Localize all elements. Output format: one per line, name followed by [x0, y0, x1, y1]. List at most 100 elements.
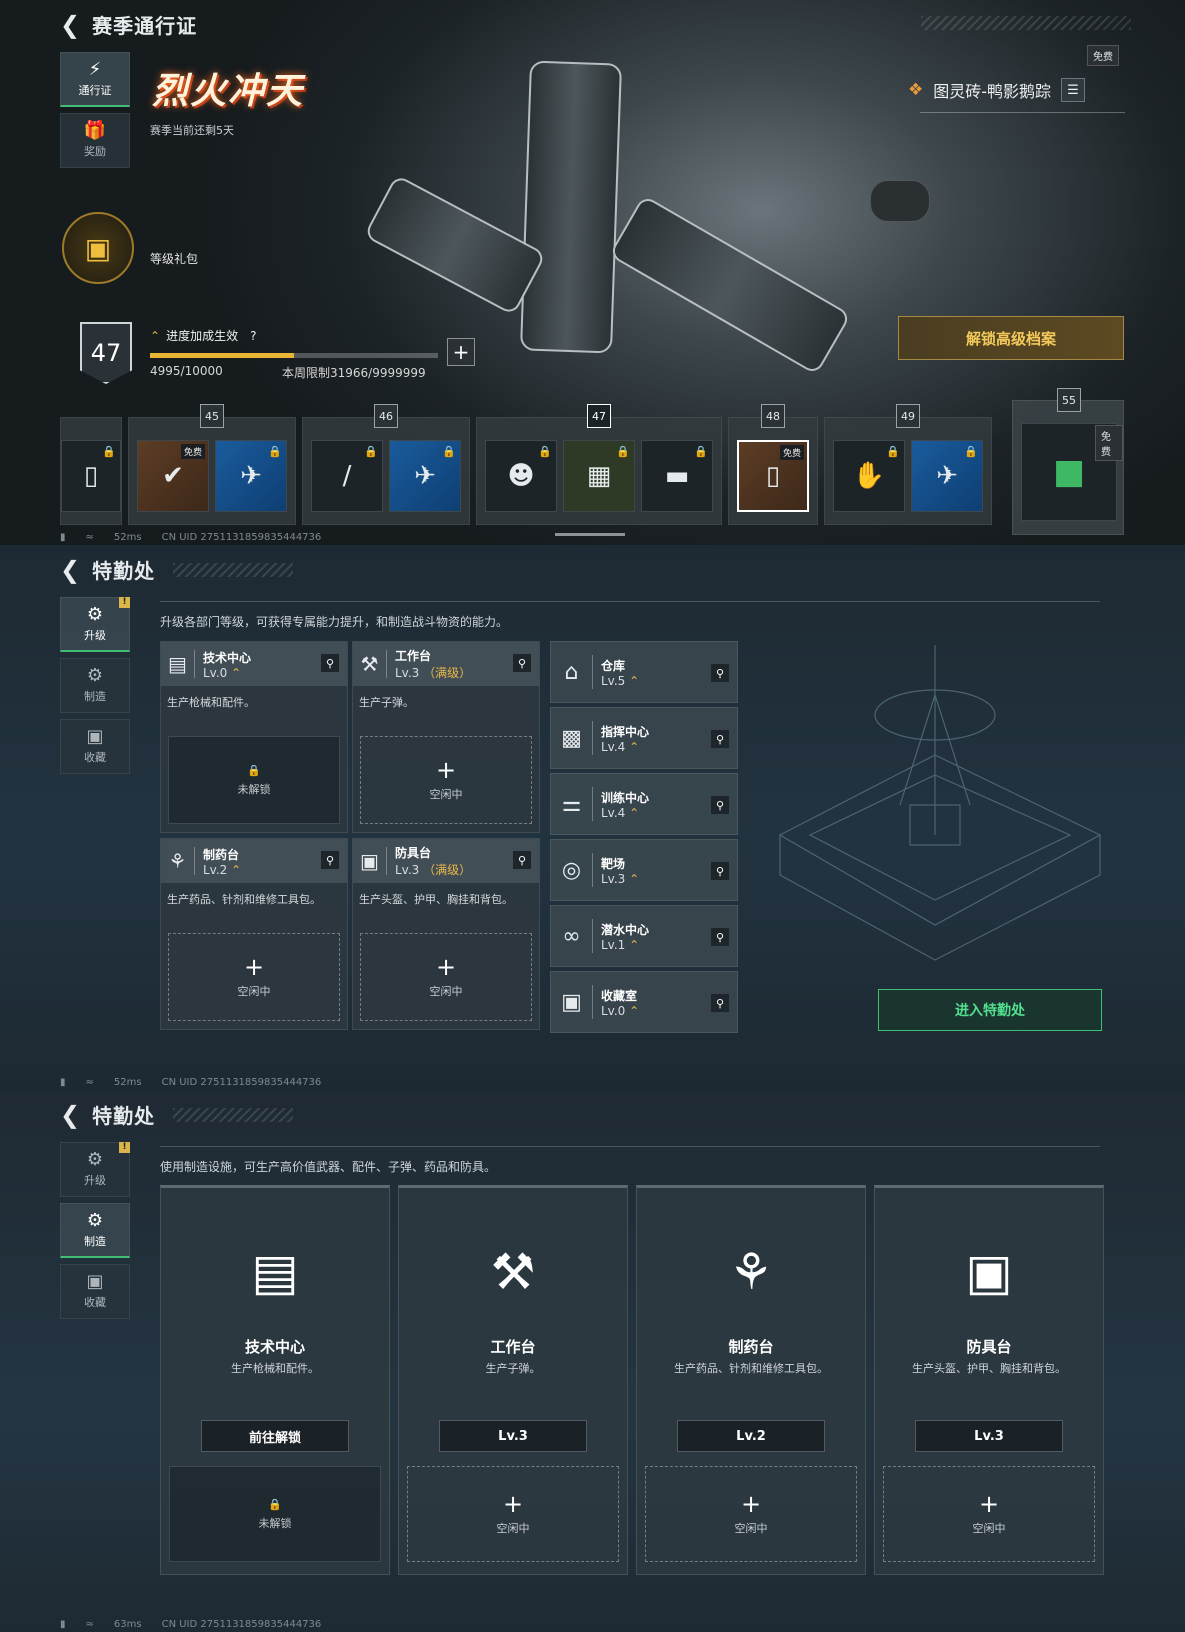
craft-slot[interactable]: + 空闲中	[168, 933, 340, 1021]
craft-slot[interactable]: + 空闲中	[645, 1466, 857, 1562]
search-icon[interactable]: ⚲	[711, 796, 729, 814]
nav-pass[interactable]: ⚡ 通行证	[60, 52, 130, 107]
wifi-icon: ≈	[85, 1077, 94, 1088]
craft-slot[interactable]: + 空闲中	[360, 933, 532, 1021]
level-button[interactable]: Lv.3	[915, 1420, 1063, 1452]
back-header[interactable]: ❮ 特勤处	[60, 555, 294, 584]
craft-slot[interactable]: + 空闲中	[407, 1466, 619, 1562]
facility-card-armor[interactable]: ▣ 防具台 Lv.3 （满级） ⚲ 生产头盔、护甲、胸挂和背包。 + 空闲中	[352, 838, 540, 1030]
unlock-premium-button[interactable]: 解锁高级档案	[898, 316, 1124, 360]
facility-level: Lv.4	[601, 805, 626, 820]
facility-card-workbench[interactable]: ⚒ 工作台 Lv.3 （满级） ⚲ 生产子弹。 + 空闲中	[352, 641, 540, 833]
back-arrow-icon[interactable]: ❮	[60, 558, 80, 582]
map-selector[interactable]: ❖ 图灵砖-鸭影鹅踪 ☰	[908, 78, 1085, 102]
search-icon[interactable]: ⚲	[711, 928, 729, 946]
search-icon[interactable]: ⚲	[321, 654, 339, 672]
search-icon[interactable]: ⚲	[513, 851, 531, 869]
nav-upgrade[interactable]: ! ⚙ 升级	[60, 597, 130, 652]
reward-item-selected[interactable]: ▯ 免费	[737, 440, 809, 512]
reward-item[interactable]: ✋ 🔒	[833, 440, 905, 512]
side-facility-command[interactable]: ▩ 指挥中心 Lv.4 ⌃ ⚲	[550, 707, 738, 769]
side-facility-training[interactable]: ⚌ 训练中心 Lv.4 ⌃ ⚲	[550, 773, 738, 835]
craft-card-armor[interactable]: ▣ 防具台 生产头盔、护甲、胸挂和背包。 Lv.3 + 空闲中	[874, 1185, 1104, 1575]
nav-rewards-label: 奖励	[84, 145, 106, 158]
level-gift-button[interactable]: ▣	[62, 212, 134, 284]
back-arrow-icon[interactable]: ❮	[60, 13, 80, 37]
section-description: 使用制造设施，可生产高价值武器、配件、子弹、药品和防具。	[160, 1160, 497, 1174]
back-header[interactable]: ❮ 赛季通行证	[60, 10, 197, 39]
scroll-indicator[interactable]	[555, 533, 625, 536]
microscope-icon: ⚘	[728, 1243, 774, 1301]
search-icon[interactable]: ⚲	[711, 664, 729, 682]
craft-icon: ⚙	[86, 1209, 104, 1231]
decor-stripe	[921, 16, 1131, 30]
search-icon[interactable]: ⚲	[711, 730, 729, 748]
craft-card-tech[interactable]: ▤ 技术中心 生产枪械和配件。 前往解锁 🔒 未解锁	[160, 1185, 390, 1575]
craft-card-pharmacy[interactable]: ⚘ 制药台 生产药品、针剂和维修工具包。 Lv.2 + 空闲中	[636, 1185, 866, 1575]
grenade-image	[870, 180, 930, 222]
progress-bonus: ⌃ 进度加成生效 ?	[150, 327, 256, 344]
reward-item[interactable]: ▬ 🔒	[641, 440, 713, 512]
reward-item[interactable]: ▯ 🔒	[61, 440, 121, 512]
reward-tier-45: 45 ✔ 免费 ✈ 🔒	[128, 404, 296, 525]
level-badge: 47	[80, 322, 132, 384]
reward-item[interactable]: ✈ 🔒	[389, 440, 461, 512]
free-label: 免费	[180, 444, 205, 459]
search-icon[interactable]: ⚲	[321, 851, 339, 869]
craft-card-workbench[interactable]: ⚒ 工作台 生产子弹。 Lv.3 + 空闲中	[398, 1185, 628, 1575]
enter-special-ops-button[interactable]: 进入特勤处	[878, 989, 1102, 1031]
side-facility-diving[interactable]: ∞ 潜水中心 Lv.1 ⌃ ⚲	[550, 905, 738, 967]
facility-card-pharmacy[interactable]: ⚘ 制药台 Lv.2 ⌃ ⚲ 生产药品、针剂和维修工具包。 + 空闲中	[160, 838, 348, 1030]
help-icon[interactable]: ?	[250, 329, 256, 343]
facility-name: 潜水中心	[601, 922, 650, 937]
page-title: 特勤处	[92, 559, 156, 583]
search-icon[interactable]: ⚲	[711, 994, 729, 1012]
reward-item[interactable]: ∕ 🔒	[311, 440, 383, 512]
battery-icon: ▮	[60, 1619, 66, 1630]
nav-collection[interactable]: ▣ 收藏	[60, 719, 130, 774]
reward-tier-partial: ▯ 🔒	[60, 417, 122, 525]
facility-card-tech[interactable]: ▤ 技术中心 Lv.0 ⌃ ⚲ 生产枪械和配件。 🔒 未解锁	[160, 641, 348, 833]
reward-tier-55[interactable]: 55 ■ 免费	[1012, 388, 1124, 535]
plus-icon: +	[243, 953, 265, 981]
search-icon[interactable]: ⚲	[513, 654, 531, 672]
nav-craft[interactable]: ⚙ 制造	[60, 658, 130, 713]
double-chevron-up-icon: ⌃	[231, 862, 242, 877]
reward-item[interactable]: ✈ 🔒	[215, 440, 287, 512]
back-header[interactable]: ❮ 特勤处	[60, 1100, 294, 1129]
level-button[interactable]: Lv.3	[439, 1420, 587, 1452]
nav-collection[interactable]: ▣ 收藏	[60, 1264, 130, 1319]
tier-number: 49	[896, 404, 920, 428]
gift-icon: 🎁	[83, 120, 107, 141]
target-icon: ◎	[559, 853, 593, 887]
tier-number: 46	[374, 404, 398, 428]
craft-slot[interactable]: + 空闲中	[360, 736, 532, 824]
nav-upgrade[interactable]: ! ⚙ 升级	[60, 1142, 130, 1197]
go-unlock-button[interactable]: 前往解锁	[201, 1420, 349, 1452]
reward-item[interactable]: ✈ 🔒	[911, 440, 983, 512]
nav-rewards[interactable]: 🎁 奖励	[60, 113, 130, 168]
double-chevron-up-icon: ⌃	[629, 739, 640, 754]
list-icon[interactable]: ☰	[1061, 78, 1085, 102]
back-arrow-icon[interactable]: ❮	[60, 1103, 80, 1127]
level-button[interactable]: Lv.2	[677, 1420, 825, 1452]
side-facility-range[interactable]: ◎ 靶场 Lv.3 ⌃ ⚲	[550, 839, 738, 901]
ticket-icon: ✈	[240, 461, 262, 491]
reward-item[interactable]: ✔ 免费	[137, 440, 209, 512]
side-facility-collection-room[interactable]: ▣ 收藏室 Lv.0 ⌃ ⚲	[550, 971, 738, 1033]
reward-item[interactable]: ☻ 🔒	[485, 440, 557, 512]
search-icon[interactable]: ⚲	[711, 862, 729, 880]
buy-level-button[interactable]: +	[447, 338, 475, 366]
monitor-icon: ▤	[251, 1243, 299, 1301]
progress-value: 4995/10000	[150, 364, 223, 378]
level-number: 47	[90, 339, 122, 367]
facility-desc: 生产子弹。	[485, 1362, 541, 1375]
max-level-label: （满级）	[423, 863, 472, 877]
crate-icon: ▦	[586, 461, 612, 491]
craft-slot[interactable]: + 空闲中	[883, 1466, 1095, 1562]
reward-item[interactable]: ▦ 🔒	[563, 440, 635, 512]
side-facility-warehouse[interactable]: ⌂ 仓库 Lv.5 ⌃ ⚲	[550, 641, 738, 703]
weekly-limit: 本周限制31966/9999999	[282, 366, 426, 380]
nav-craft[interactable]: ⚙ 制造	[60, 1203, 130, 1258]
notice-badge: !	[119, 1142, 130, 1153]
